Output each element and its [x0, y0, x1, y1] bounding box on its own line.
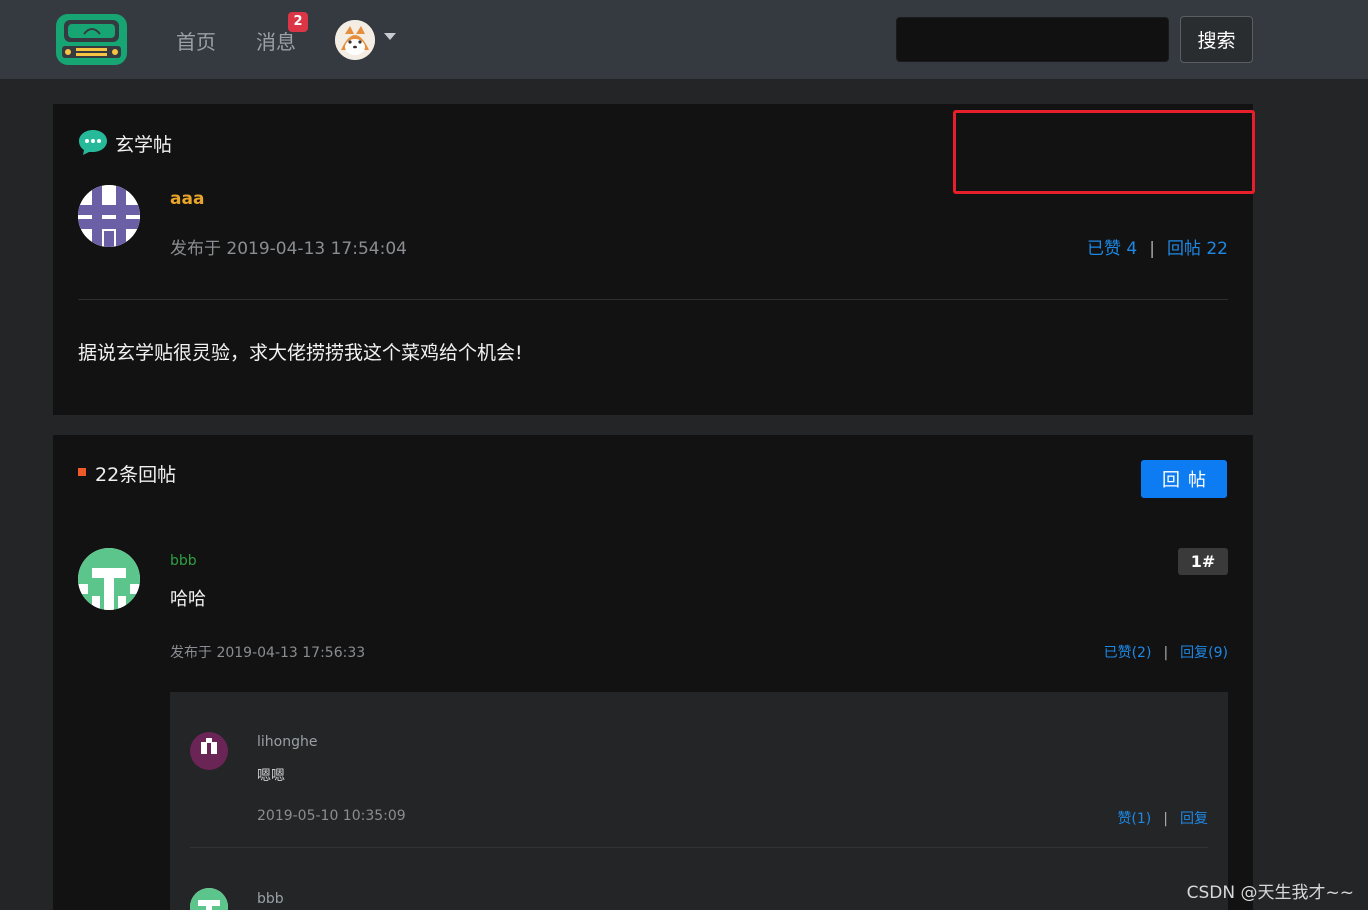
sub-reply-author-name[interactable]: lihonghe: [257, 734, 317, 750]
section-marker-icon: [78, 468, 86, 476]
user-avatar[interactable]: [335, 20, 375, 60]
highlight-annotation-box: [953, 110, 1255, 194]
reply-like-link[interactable]: 已赞(2): [1104, 645, 1152, 661]
sub-reply-stats: 赞(1) | 回复: [1117, 808, 1208, 828]
stats-separator: |: [1163, 811, 1168, 827]
post-like-link[interactable]: 已赞 4: [1087, 239, 1137, 259]
floor-number-badge: 1#: [1178, 548, 1228, 575]
reply-content: 哈哈: [170, 589, 206, 610]
sub-reply-time: 2019-05-10 10:35:09: [257, 808, 406, 824]
sub-reply-author-name[interactable]: bbb: [257, 891, 284, 907]
chat-bubble-icon: [79, 130, 107, 155]
stats-separator: |: [1149, 239, 1155, 259]
sub-reply-divider: [190, 847, 1208, 848]
post-publish-time: 发布于 2019-04-13 17:54:04: [170, 239, 407, 259]
reply-author-name[interactable]: bbb: [170, 553, 197, 569]
reply-stats: 已赞(2) | 回复(9): [1104, 642, 1228, 662]
post-card: 玄学帖 aaa 发布于 2019-04-13 17:54:04 已赞 4 | 回帖 …: [53, 104, 1255, 415]
author-avatar[interactable]: [78, 185, 140, 247]
search-button[interactable]: 搜索: [1180, 16, 1253, 63]
sub-reply-like-link[interactable]: 赞(1): [1117, 811, 1151, 827]
sub-reply-avatar[interactable]: [190, 732, 228, 770]
chevron-down-icon[interactable]: [384, 33, 396, 40]
post-content: 据说玄学贴很灵验，求大佬捞捞我这个菜鸡给个机会!: [78, 342, 523, 364]
sub-reply-reply-link[interactable]: 回复: [1180, 811, 1208, 827]
messages-badge: 2: [288, 12, 308, 32]
post-stats: 已赞 4 | 回帖 22: [1087, 234, 1228, 259]
post-divider: [78, 299, 1228, 300]
csdn-watermark: CSDN @天生我才~~: [1186, 883, 1354, 903]
sub-reply-avatar[interactable]: [190, 888, 228, 910]
reply-author-avatar[interactable]: [78, 548, 140, 610]
post-title: 玄学帖: [115, 134, 173, 156]
top-navbar: 首页 消息 2 搜索: [0, 0, 1368, 79]
stats-separator: |: [1163, 645, 1169, 661]
post-reply-link[interactable]: 回帖 22: [1167, 239, 1228, 259]
reply-post-button[interactable]: 回帖: [1141, 460, 1227, 498]
sub-reply-box: lihonghe 嗯嗯 2019-05-10 10:35:09 赞(1) | 回复 …: [170, 692, 1228, 910]
reply-publish-time: 发布于 2019-04-13 17:56:33: [170, 645, 366, 661]
nav-home-link[interactable]: 首页: [176, 26, 216, 55]
post-author-name[interactable]: aaa: [170, 189, 204, 209]
search-input[interactable]: [896, 17, 1169, 62]
reply-reply-link[interactable]: 回复(9): [1180, 645, 1228, 661]
replies-card: 22条回帖 回帖 bbb 1# 哈哈 发布于 2019-04-13 17:56:…: [53, 435, 1253, 910]
sub-reply-content: 嗯嗯: [257, 768, 285, 784]
car-logo-icon[interactable]: [54, 12, 129, 67]
reply-count-title: 22条回帖: [95, 464, 177, 486]
